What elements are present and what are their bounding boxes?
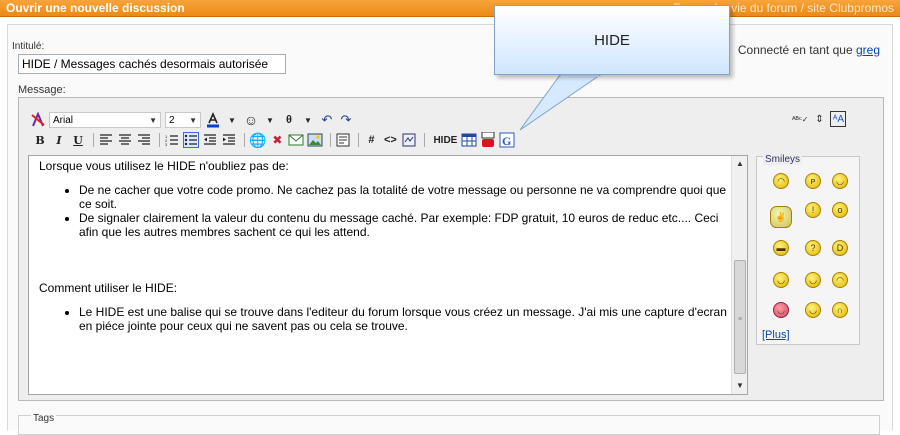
chevron-down-icon[interactable]: ▼ <box>300 112 316 128</box>
php-code-icon[interactable] <box>401 132 417 148</box>
indent-icon[interactable] <box>221 132 237 148</box>
align-right-icon[interactable] <box>136 132 152 148</box>
message-howto: Comment utiliser le HIDE: <box>39 281 178 295</box>
toolbar-right: ᴬᴮᶜ✓ ⇕ ᴬA <box>792 111 849 127</box>
undo-icon[interactable]: ↶ <box>319 112 335 128</box>
svg-text:3: 3 <box>165 142 168 146</box>
separator <box>244 133 245 147</box>
chevron-down-icon: ▼ <box>189 115 197 125</box>
more-smileys-link[interactable]: [Plus] <box>762 329 790 341</box>
font-family-value: Arial <box>53 114 74 126</box>
wink-smiley-icon[interactable]: ◡ <box>805 302 821 318</box>
image-icon[interactable] <box>307 132 323 148</box>
connected-prefix: Connecté en tant que <box>737 43 853 57</box>
callout-pointer <box>519 74 602 131</box>
message-intro: Lorsque vous utilisez le HIDE n'oubliez … <box>39 159 289 173</box>
cool-smiley-icon[interactable]: ▬ <box>773 240 789 256</box>
hash-icon[interactable]: # <box>363 132 379 148</box>
username-link[interactable]: greg <box>856 43 880 57</box>
text-mode-icon[interactable]: ᴬA <box>830 111 847 127</box>
embarrassed-smiley-icon[interactable]: ◡ <box>773 302 789 318</box>
separator <box>330 133 332 147</box>
question-smiley-icon[interactable]: ? <box>805 240 821 256</box>
roll-eyes-smiley-icon[interactable]: ∩ <box>832 302 848 318</box>
sad-smiley-icon[interactable]: ◠ <box>773 173 789 189</box>
underline-icon[interactable]: U <box>70 132 86 148</box>
special-char-icon[interactable]: θ <box>281 112 297 128</box>
ordered-list-icon[interactable]: 123 <box>164 132 180 148</box>
shocked-smiley-icon[interactable]: o <box>832 202 848 218</box>
message-textarea[interactable]: Lorsque vous utilisez le HIDE n'oubliez … <box>28 155 748 395</box>
grin-smiley-icon[interactable]: ◡ <box>832 173 848 189</box>
chevron-down-icon[interactable]: ▼ <box>262 112 278 128</box>
message-content: Lorsque vous utilisez le HIDE n'oubliez … <box>39 159 729 333</box>
bullet-list-1: De ne cacher que votre code promo. Ne ca… <box>39 183 729 239</box>
hide-callout: HIDE <box>494 5 730 75</box>
flag-smiley-icon[interactable]: ✌ <box>770 206 792 228</box>
smileys-legend: Smileys <box>763 154 803 165</box>
redo-icon[interactable]: ↷ <box>338 112 354 128</box>
quote-icon[interactable] <box>335 132 351 148</box>
scrollbar-thumb[interactable]: ≡ <box>734 260 746 374</box>
chevron-down-icon[interactable]: ▼ <box>224 112 240 128</box>
bullet-list-2: Le HIDE est une balise qui se trouve dan… <box>39 305 729 333</box>
resize-icon[interactable]: ⇕ <box>811 111 827 127</box>
tongue-smiley-icon[interactable]: ᴘ <box>805 173 821 189</box>
header-bar: Ouvrir une nouvelle discussion Forum: La… <box>0 0 900 17</box>
tags-fieldset: Tags <box>18 413 880 435</box>
scroll-down-icon[interactable]: ▼ <box>732 378 747 394</box>
hide-button[interactable]: HIDE <box>433 132 457 148</box>
scroll-up-icon[interactable]: ▲ <box>732 156 747 172</box>
unlink-icon[interactable]: ✖ <box>269 132 285 148</box>
align-left-icon[interactable] <box>98 132 114 148</box>
list-item: De ne cacher que votre code promo. Ne ca… <box>79 183 729 211</box>
text-color-icon[interactable] <box>205 112 221 128</box>
separator <box>159 133 160 147</box>
list-item: De signaler clairement la valeur du cont… <box>79 211 729 239</box>
exclamation-smiley-icon[interactable]: ! <box>805 202 821 218</box>
font-size-value: 2 <box>169 114 175 126</box>
svg-text:G: G <box>502 134 511 148</box>
separator <box>358 133 360 147</box>
outdent-icon[interactable] <box>202 132 218 148</box>
emoticon-icon[interactable]: ☺ <box>243 112 259 128</box>
bullet-list-icon[interactable] <box>183 132 199 148</box>
youtube-icon[interactable] <box>480 132 496 148</box>
remove-format-icon[interactable] <box>30 112 46 128</box>
link-icon[interactable]: 🌐 <box>249 132 266 148</box>
tags-legend: Tags <box>31 413 57 424</box>
happy-smiley-icon[interactable]: ◡ <box>773 272 789 288</box>
smile-smiley-icon[interactable]: ◡ <box>805 272 821 288</box>
email-link-icon[interactable] <box>288 132 304 148</box>
page-title: Ouvrir une nouvelle discussion <box>6 1 185 15</box>
chevron-down-icon: ▼ <box>149 115 157 125</box>
separator <box>424 133 426 147</box>
subject-label: Intitulé: <box>12 41 45 52</box>
connected-status: Connecté en tant que greg <box>738 43 880 57</box>
spellcheck-icon[interactable]: ᴬᴮᶜ✓ <box>792 111 808 127</box>
font-size-select[interactable]: 2 ▼ <box>165 112 201 128</box>
code-icon[interactable]: <> <box>382 132 398 148</box>
vertical-scrollbar[interactable]: ▲ ≡ ▼ <box>731 156 747 394</box>
laugh-smiley-icon[interactable]: D <box>832 240 848 256</box>
italic-icon[interactable]: I <box>51 132 67 148</box>
frown-smiley-icon[interactable]: ◠ <box>832 272 848 288</box>
subject-input[interactable] <box>18 54 286 74</box>
toolbar-row-1: Arial ▼ 2 ▼ ▼ ☺ ▼ θ ▼ ↶ ↷ <box>30 111 357 129</box>
bold-icon[interactable]: B <box>32 132 48 148</box>
callout-text: HIDE <box>594 32 630 49</box>
align-center-icon[interactable] <box>117 132 133 148</box>
font-family-select[interactable]: Arial ▼ <box>49 112 161 128</box>
message-label: Message: <box>18 84 66 96</box>
table-icon[interactable] <box>461 132 477 148</box>
toolbar-row-2: B I U 123 🌐 ✖ # <> HIDE G <box>32 131 518 149</box>
separator <box>93 133 94 147</box>
list-item: Le HIDE est une balise qui se trouve dan… <box>79 305 729 333</box>
